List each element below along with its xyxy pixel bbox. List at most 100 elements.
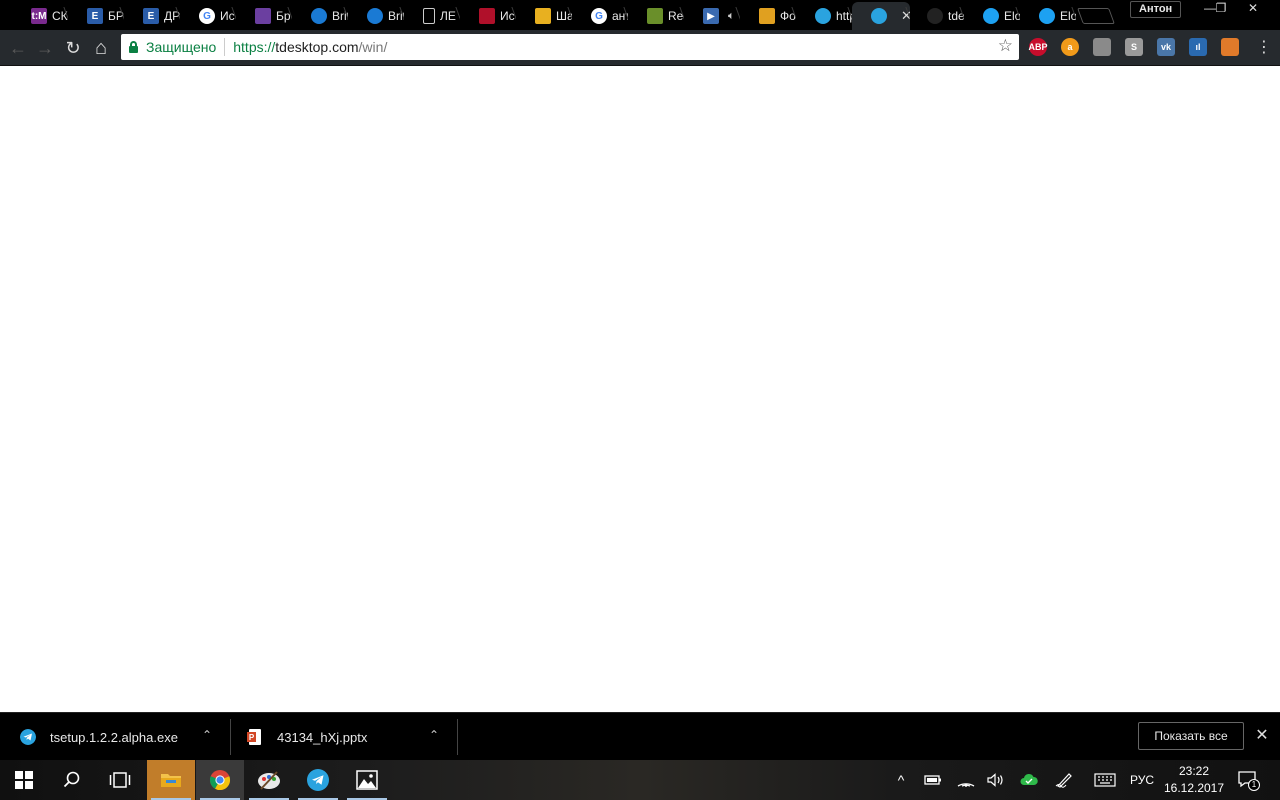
browser-tab[interactable]: Gант (572, 2, 628, 30)
tab-title: Brit (332, 9, 348, 23)
browser-tab[interactable]: G Ис (180, 2, 236, 30)
start-button[interactable] (0, 760, 48, 800)
omnibox-divider (224, 38, 226, 56)
chrome-icon (209, 770, 231, 791)
telegram-icon (307, 769, 329, 791)
window-close-button[interactable]: ✕ (1236, 0, 1270, 18)
battery-icon[interactable] (922, 760, 944, 800)
puzzle-icon (535, 8, 551, 24)
s-extension-icon[interactable]: S (1125, 38, 1143, 56)
edge-icon (367, 8, 383, 24)
browser-tab[interactable]: Elo (1020, 2, 1076, 30)
paint-palette-icon (258, 771, 280, 790)
browser-tab[interactable]: ▶ 🔈︎ (684, 2, 740, 30)
chevron-up-icon[interactable]: ⌃ (429, 728, 439, 742)
browser-menu-icon[interactable]: ⋮ (1256, 38, 1272, 58)
chrome-button[interactable] (196, 760, 244, 800)
browser-tab[interactable]: Е БРІ (68, 2, 124, 30)
adblock-plus-icon[interactable]: ABP (1029, 38, 1048, 56)
download-item[interactable]: P 43134_hXj.pptx ⌃ (247, 713, 447, 761)
folder-icon (161, 774, 181, 787)
browser-tab[interactable]: Brit (292, 2, 348, 30)
restore-button[interactable]: ❐ (1204, 0, 1238, 18)
telegram-button[interactable] (294, 760, 342, 800)
github-icon (927, 8, 943, 24)
language-indicator[interactable]: РУС (1126, 760, 1158, 800)
image-extension-icon[interactable] (1221, 38, 1239, 56)
google-icon: G (591, 8, 607, 24)
paint-button[interactable] (245, 760, 293, 800)
google-icon: G (199, 8, 215, 24)
bulb-extension-icon[interactable] (1093, 38, 1111, 56)
tray-chevron-icon[interactable]: ^ (890, 760, 912, 800)
vk-icon[interactable]: vk (1157, 38, 1175, 56)
windows-logo-icon (15, 771, 33, 789)
reload-button[interactable]: ↻ (60, 35, 86, 61)
media-play-icon: ▶ (703, 8, 719, 24)
twitter-icon (1039, 8, 1055, 24)
pen-icon[interactable] (1053, 760, 1075, 800)
download-divider (457, 719, 458, 755)
forward-button[interactable]: → (32, 35, 58, 61)
address-bar[interactable]: Защищено https://tdesktop.com/win/ ☆ (121, 34, 1019, 60)
chevron-up-icon[interactable]: ⌃ (202, 728, 212, 742)
tab-title: Фо (780, 9, 796, 23)
keyboard-icon[interactable] (1092, 760, 1118, 800)
browser-tab[interactable]: ✕ (852, 2, 910, 30)
telegram-icon (815, 8, 831, 24)
show-all-downloads-button[interactable]: Показать все (1138, 722, 1244, 750)
clock-time: 23:22 (1178, 764, 1210, 778)
tab-title: СК (52, 9, 68, 23)
wifi-icon[interactable] (955, 760, 977, 800)
tab-title: Ша (556, 9, 572, 23)
url-scheme: https:// (233, 39, 276, 55)
task-view-icon (109, 772, 131, 788)
search-button[interactable] (48, 760, 96, 800)
stats-extension-icon[interactable]: ıl (1189, 38, 1207, 56)
browser-tab[interactable]: Фо (740, 2, 796, 30)
tab-title: ант (612, 9, 628, 23)
back-button[interactable]: ← (5, 35, 31, 61)
browser-tab[interactable]: Rec (628, 2, 684, 30)
document-e-icon: Е (87, 8, 103, 24)
browser-toolbar: ← → ↻ ⌂ Защищено https://tdesktop.com/wi… (0, 30, 1280, 66)
browser-tab[interactable]: Elo (964, 2, 1020, 30)
photos-button[interactable] (343, 760, 391, 800)
action-center-icon[interactable]: 1 (1236, 768, 1260, 792)
page-content (0, 66, 1280, 712)
new-tab-button[interactable] (1077, 8, 1115, 24)
close-shelf-icon[interactable]: ✕ (1254, 726, 1270, 746)
powerpoint-icon: P (247, 729, 261, 745)
volume-icon[interactable] (985, 760, 1007, 800)
task-view-button[interactable] (96, 760, 144, 800)
profile-button[interactable]: Антон (1130, 1, 1182, 18)
tab-title: БРІ (108, 9, 124, 23)
orange-extension-icon[interactable]: a (1061, 38, 1079, 56)
clock[interactable]: 23:22 16.12.2017 (1160, 763, 1228, 797)
url-path: /win/ (358, 39, 388, 55)
file-explorer-button[interactable] (147, 760, 195, 800)
browser-tab[interactable]: Ис (460, 2, 516, 30)
download-item[interactable]: tsetup.1.2.2.alpha.exe ⌃ (20, 713, 220, 761)
url-host: tdesktop.com (275, 39, 359, 55)
bookmark-star-icon[interactable]: ☆ (998, 36, 1013, 56)
tab-title: http (836, 9, 852, 23)
tab-title: ДР (164, 9, 180, 23)
browser-tab[interactable]: tde (908, 2, 964, 30)
tab-title: Бр (276, 9, 291, 23)
download-filename: 43134_hXj.pptx (277, 729, 368, 745)
speaker-icon[interactable]: 🔈︎ (728, 10, 735, 23)
browser-tab[interactable]: Е ДР (124, 2, 180, 30)
browser-tab[interactable]: Ша (516, 2, 572, 30)
browser-tab[interactable]: ЛЕ (404, 2, 460, 30)
home-button[interactable]: ⌂ (88, 35, 114, 61)
search-icon (63, 771, 80, 788)
browser-tab[interactable]: Бр (236, 2, 292, 30)
windows-taskbar: ^ РУС 23:22 16.12.2017 1 (0, 760, 1280, 800)
download-filename: tsetup.1.2.2.alpha.exe (50, 729, 178, 745)
browser-tab[interactable]: http (796, 2, 852, 30)
browser-tab[interactable]: t:M СК (12, 2, 68, 30)
sync-cloud-icon[interactable] (1018, 760, 1040, 800)
tab-title: tde (948, 9, 964, 23)
browser-tab[interactable]: Brit (348, 2, 404, 30)
